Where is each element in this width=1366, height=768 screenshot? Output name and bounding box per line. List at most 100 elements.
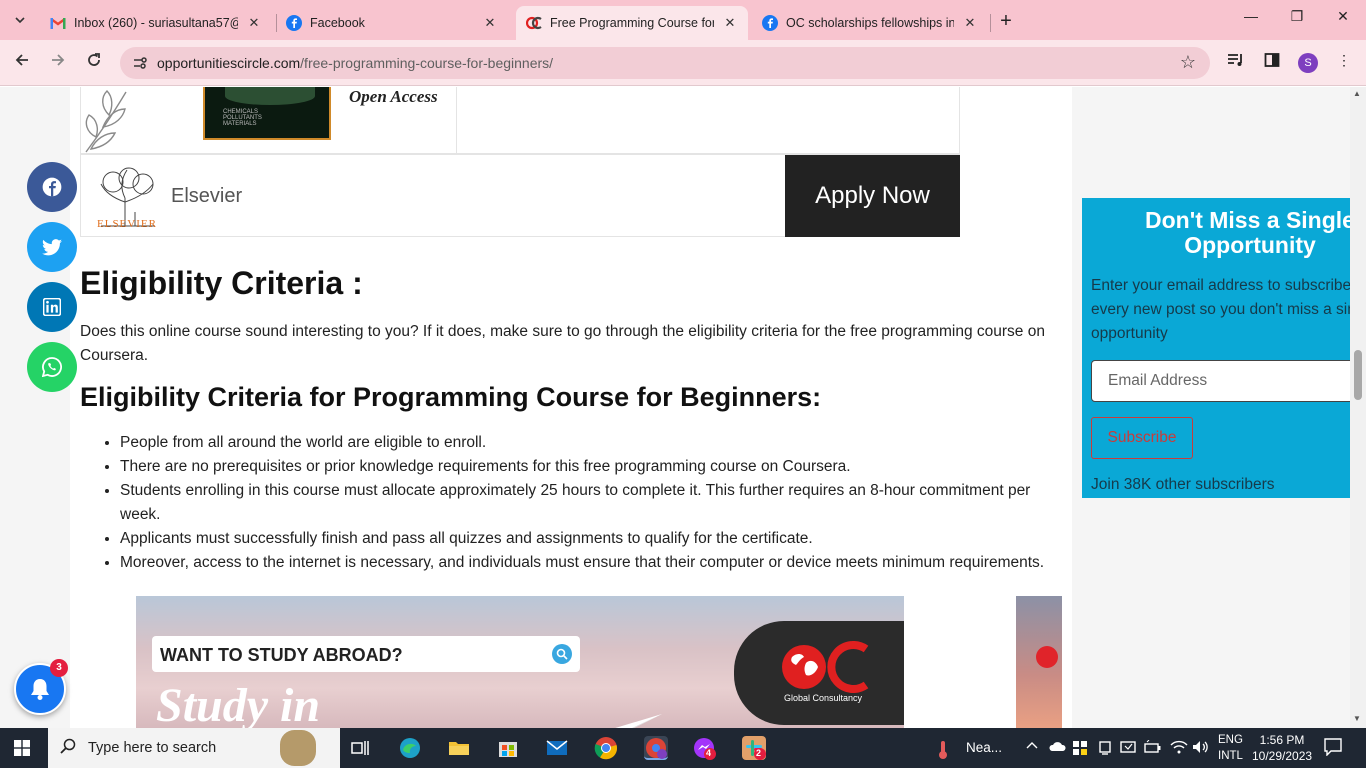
oc-logo-icon (782, 641, 869, 693)
twitter-icon (42, 238, 62, 255)
scroll-up-icon[interactable]: ▲ (1353, 89, 1361, 98)
messenger-badge: 4 (706, 748, 712, 758)
task-view-icon[interactable] (348, 736, 372, 760)
profile-avatar[interactable]: S (1298, 53, 1318, 73)
journal-card: CHEMICALS POLLUTANTS MATERIALS Open Acce… (80, 87, 960, 154)
device-icon[interactable] (1098, 740, 1112, 759)
close-icon[interactable]: ✕ (246, 15, 262, 31)
messenger-icon[interactable]: 4 (692, 736, 716, 760)
list-item: Students enrolling in this course must a… (120, 479, 1070, 527)
apply-now-button[interactable]: Apply Now (785, 155, 960, 237)
language-indicator[interactable]: ENG INTL (1218, 732, 1243, 764)
side-banner-image[interactable] (1016, 596, 1062, 728)
search-highlight-image (280, 730, 316, 766)
battery-icon[interactable] (1144, 739, 1162, 757)
microsoft-store-icon[interactable] (496, 736, 520, 760)
subscribe-button[interactable]: Subscribe (1091, 417, 1193, 459)
notification-badge: 3 (50, 659, 68, 677)
linkedin-icon (43, 298, 61, 316)
restore-button[interactable]: ❐ (1282, 8, 1312, 25)
mail-icon[interactable] (545, 736, 569, 760)
arrow-left-icon (15, 54, 28, 66)
publisher-name: Elsevier (171, 185, 243, 207)
taskbar-search[interactable]: Type here to search (48, 728, 340, 768)
scrollbar-thumb[interactable] (1354, 350, 1362, 400)
url-text: opportunitiescircle.com/free-programming… (157, 55, 553, 71)
file-explorer-icon[interactable] (447, 736, 471, 760)
close-icon[interactable]: ✕ (962, 15, 978, 31)
study-abroad-banner[interactable]: WANT TO STUDY ABROAD? Study in Global Co… (136, 596, 904, 728)
system-clock[interactable]: 1:56 PM 10/29/2023 (1252, 732, 1312, 764)
tab-title: Inbox (260) - suriasultana57@g (74, 16, 238, 30)
tab-title: Free Programming Course for B (550, 16, 714, 30)
share-linkedin-button[interactable] (27, 282, 77, 332)
close-window-button[interactable]: ✕ (1328, 8, 1358, 25)
site-settings-icon[interactable] (132, 55, 148, 71)
card-divider (456, 87, 457, 153)
search-icon (60, 738, 76, 759)
url-domain: opportunitiescircle.com (157, 55, 301, 71)
forward-button[interactable] (46, 52, 70, 76)
chrome-profile-icon[interactable] (644, 736, 668, 760)
tab-oc-facebook[interactable]: OC scholarships fellowships in ✕ (752, 6, 988, 40)
facebook-icon (42, 177, 62, 197)
list-item: Applicants must successfully finish and … (120, 527, 1070, 551)
media-control-icon[interactable] (1226, 52, 1246, 72)
weather-text[interactable]: Nea... (966, 740, 1002, 755)
tab-title: Facebook (310, 16, 365, 30)
list-item: There are no prerequisites or prior know… (120, 455, 1070, 479)
share-whatsapp-button[interactable] (27, 342, 77, 392)
bookmark-star-icon[interactable]: ☆ (1180, 52, 1196, 73)
elsevier-wordmark: ELSEVIER (97, 218, 157, 230)
eligibility-subheading: Eligibility Criteria for Programming Cou… (80, 382, 822, 412)
display-icon[interactable] (1120, 740, 1136, 759)
reload-icon (88, 53, 100, 66)
notification-bell-button[interactable]: 3 (14, 659, 68, 715)
tab-title: OC scholarships fellowships in (786, 16, 954, 30)
reload-button[interactable] (82, 52, 106, 76)
close-icon[interactable]: ✕ (482, 15, 498, 31)
facebook-icon (762, 15, 778, 31)
chevron-up-icon[interactable] (1026, 740, 1038, 755)
page-scrollbar[interactable]: ▲ ▼ (1350, 87, 1366, 728)
tab-facebook[interactable]: Facebook ✕ (276, 6, 508, 40)
windows-start-icon[interactable] (14, 740, 30, 756)
edge-icon[interactable] (398, 736, 422, 760)
share-twitter-button[interactable] (27, 222, 77, 272)
clock-date: 10/29/2023 (1252, 749, 1313, 763)
side-panel-icon[interactable] (1262, 52, 1282, 72)
arrow-right-icon (52, 54, 65, 66)
whatsapp-icon (42, 357, 62, 377)
clock-time: 1:56 PM (1259, 733, 1305, 747)
slack-icon[interactable]: 2 (742, 736, 766, 760)
notification-center-icon[interactable] (1324, 738, 1342, 759)
gmail-icon (50, 15, 66, 31)
tab-strip: Inbox (260) - suriasultana57@g ✕ Faceboo… (0, 0, 1366, 40)
weather-icon[interactable] (934, 740, 952, 763)
subscribe-title: Don't Miss a Single Opportunity (1145, 207, 1350, 258)
tab-search-button[interactable] (8, 8, 32, 32)
language-top: ENG (1218, 734, 1243, 746)
share-facebook-button[interactable] (27, 162, 77, 212)
tab-gmail[interactable]: Inbox (260) - suriasultana57@g ✕ (40, 6, 272, 40)
close-icon[interactable]: ✕ (722, 15, 738, 31)
menu-kebab-icon[interactable]: ⋮ (1334, 52, 1354, 72)
address-bar[interactable]: opportunitiescircle.com/free-programming… (120, 47, 1210, 79)
wifi-icon[interactable] (1170, 740, 1188, 757)
shield-icon[interactable] (1072, 740, 1088, 759)
new-tab-button[interactable]: + (996, 10, 1016, 33)
language-bottom: INTL (1218, 750, 1243, 762)
banner-question: WANT TO STUDY ABROAD? (160, 645, 403, 665)
tab-active-course[interactable]: Free Programming Course for B ✕ (516, 6, 748, 40)
email-field[interactable]: Email Address (1091, 360, 1350, 402)
minimize-button[interactable]: — (1236, 8, 1266, 24)
search-icon (552, 644, 572, 664)
onedrive-icon[interactable] (1048, 740, 1066, 755)
volume-icon[interactable] (1192, 740, 1210, 757)
chrome-icon[interactable] (594, 736, 618, 760)
back-button[interactable] (10, 52, 34, 76)
subscribe-widget: Don't Miss a Single Opportunity Enter yo… (1082, 198, 1350, 498)
scroll-down-icon[interactable]: ▼ (1353, 714, 1361, 723)
oc-icon (526, 15, 542, 31)
banner-headline: Study in (156, 679, 321, 728)
